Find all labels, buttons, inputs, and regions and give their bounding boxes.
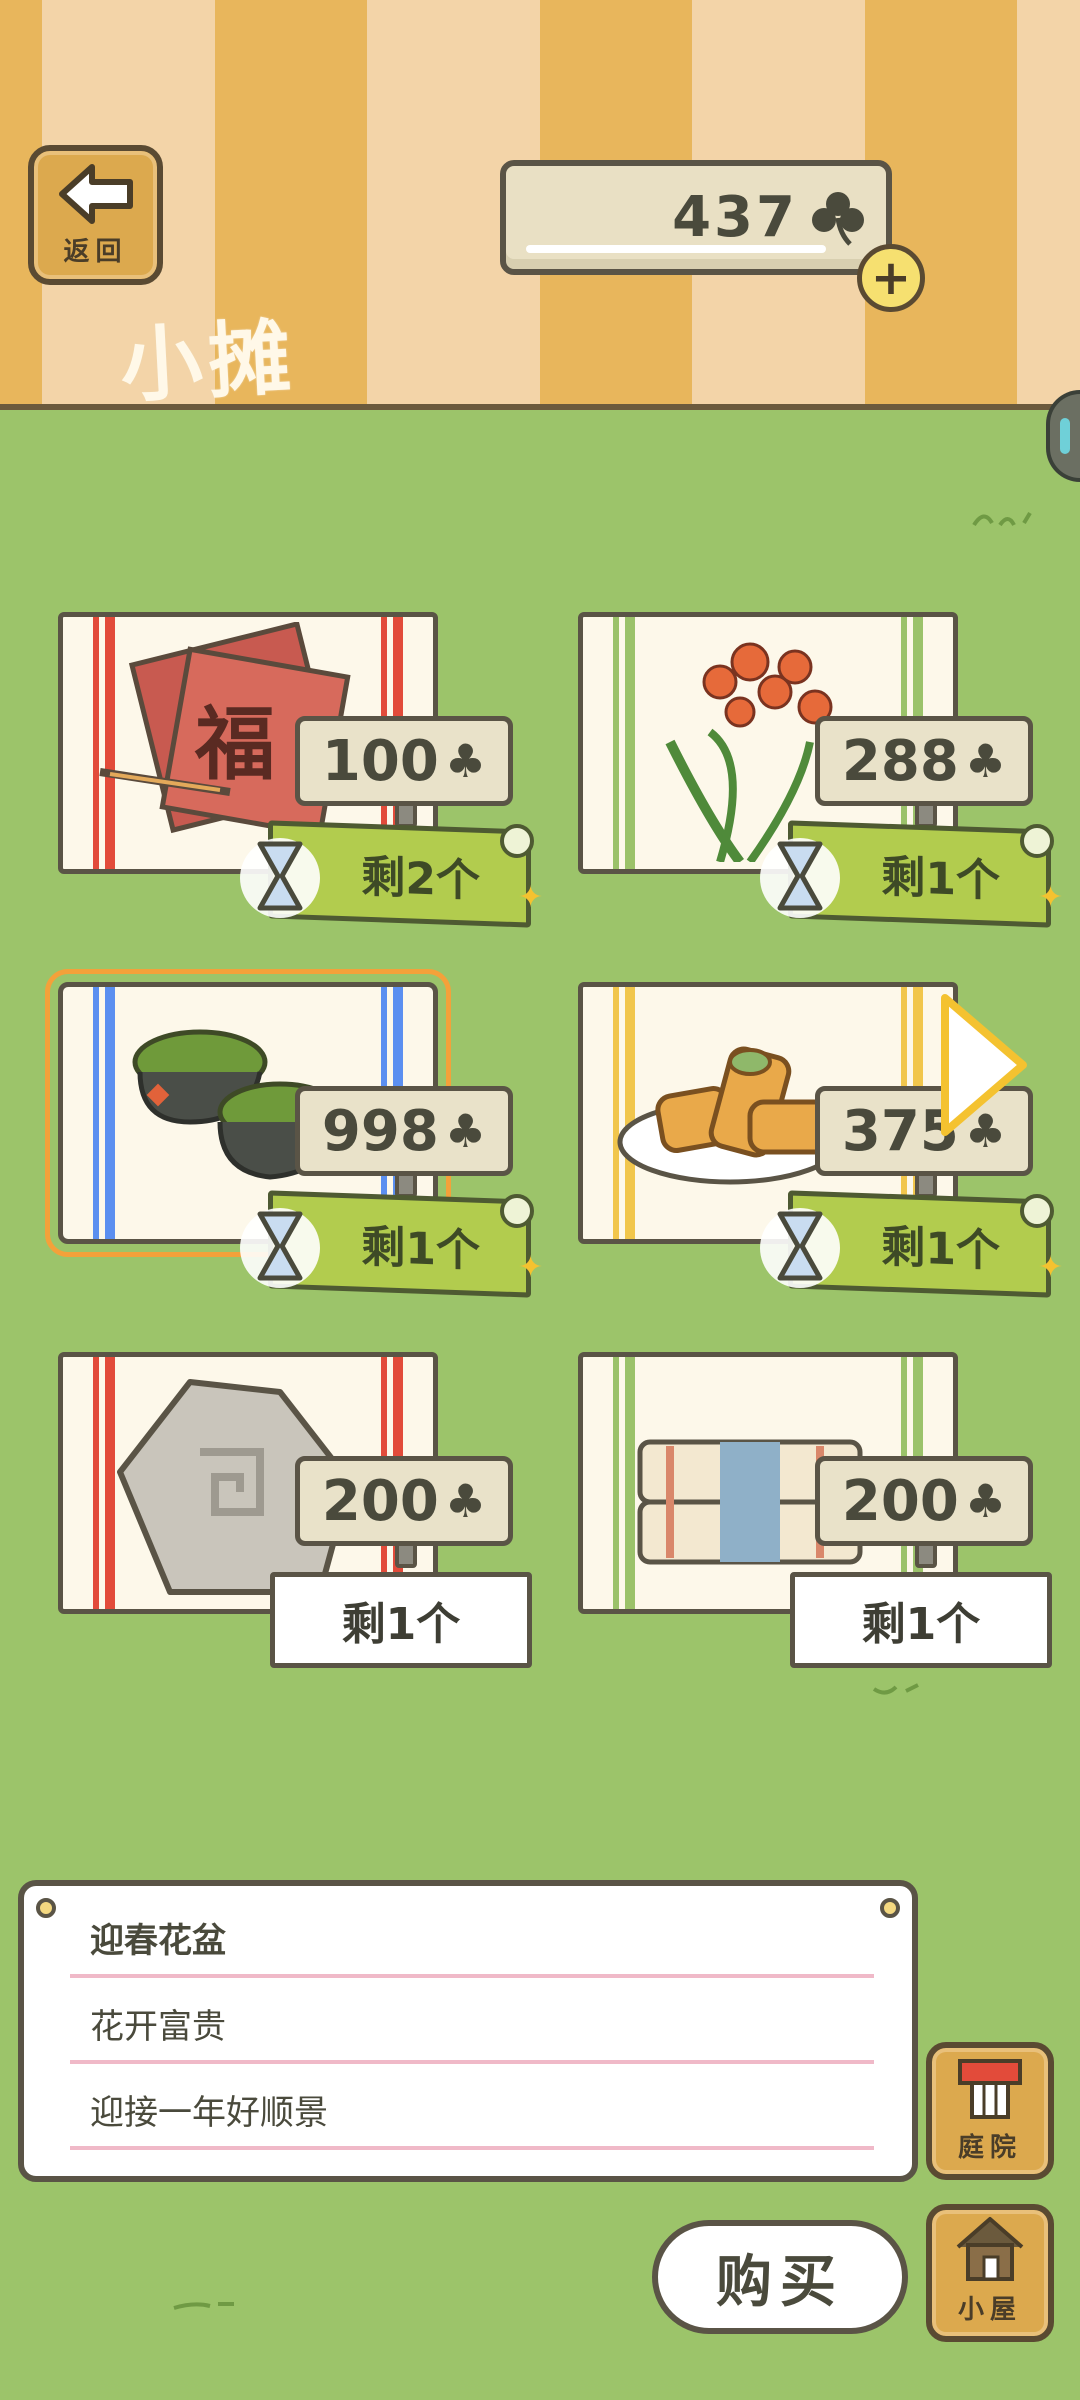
clover-icon: ♣ [444,1104,487,1158]
price-value: 998 [321,1098,439,1164]
house-icon [956,2217,1024,2281]
back-button[interactable]: 返回 [28,145,163,285]
shop-item-card[interactable]: 288 ♣ 剩1个 ✦ [560,612,1063,932]
price-tag: 998 ♣ [295,1086,513,1176]
yard-icon [958,2059,1022,2119]
back-label: 返回 [63,236,128,267]
shop-item-card[interactable]: 200 ♣ 剩1个 [560,1352,1052,1672]
clock-icon [1020,824,1054,858]
grass-tuft-icon [173,2302,234,2310]
stock-label: 剩1个 [790,1572,1052,1668]
clover-icon: ♣ [444,734,487,788]
back-arrow-icon [58,163,133,224]
description-line: 花开富贵 [70,1986,874,2064]
price-tag: 288 ♣ [815,716,1033,806]
svg-text:福: 福 [194,698,275,791]
yard-label: 庭院 [957,2133,1022,2163]
clover-icon: ♣ [964,734,1007,788]
yard-button[interactable]: 庭院 [926,2042,1054,2180]
clover-icon: ♣ [964,1474,1007,1528]
hourglass-icon [760,838,840,918]
hourglass-icon [760,1208,840,1288]
stock-label: 剩1个 [270,1572,532,1668]
item-name: 迎春花盆 [70,1900,874,1978]
tag-knob [395,1542,417,1568]
price-tag: 200 ♣ [295,1456,513,1546]
pin-icon [880,1898,900,1918]
buy-button[interactable]: 购买 [652,2220,908,2334]
shop-item-card[interactable]: 200 ♣ 剩1个 [40,1352,532,1672]
grass-tuft-icon [972,511,1032,527]
clock-icon [500,824,534,858]
house-button[interactable]: 小屋 [926,2204,1054,2342]
top-banner: 返回 小摊 437 + [0,0,1080,415]
price-value: 200 [321,1468,439,1534]
sparkle-icon: ✦ [1038,880,1064,915]
sparkle-icon: ✦ [518,1250,544,1285]
hourglass-icon [240,838,320,918]
clover-icon: ♣ [444,1474,487,1528]
clock-icon [1020,1194,1054,1228]
grass-tuft-icon [872,1683,919,1695]
add-clover-button[interactable]: + [857,244,925,312]
shop-item-card[interactable]: 福 100 ♣ 剩2个 ✦ [40,612,543,932]
next-page-arrow-icon[interactable] [935,990,1030,1140]
hourglass-icon [240,1208,320,1288]
tag-knob [915,1542,937,1568]
clover-balance: 437 [500,160,892,275]
price-tag: 100 ♣ [295,716,513,806]
price-value: 100 [321,728,439,794]
pin-icon [36,1898,56,1918]
shop-item-card[interactable]: 998 ♣ 剩1个 ✦ [40,969,543,1302]
page-title: 小摊 [118,310,299,415]
price-value: 200 [841,1468,959,1534]
price-tag: 200 ♣ [815,1456,1033,1546]
description-line: 迎接一年好顺景 [70,2072,874,2150]
sparkle-icon: ✦ [518,880,544,915]
clock-icon [500,1194,534,1228]
clover-icon [812,191,864,246]
price-value: 288 [841,728,959,794]
side-drawer-tab[interactable] [1046,390,1080,482]
clover-count: 437 [672,185,798,250]
house-label: 小屋 [957,2295,1022,2325]
box-highlight [526,245,826,253]
sparkle-icon: ✦ [1038,1250,1064,1285]
item-description-board: 迎春花盆 花开富贵 迎接一年好顺景 [18,1880,918,2182]
